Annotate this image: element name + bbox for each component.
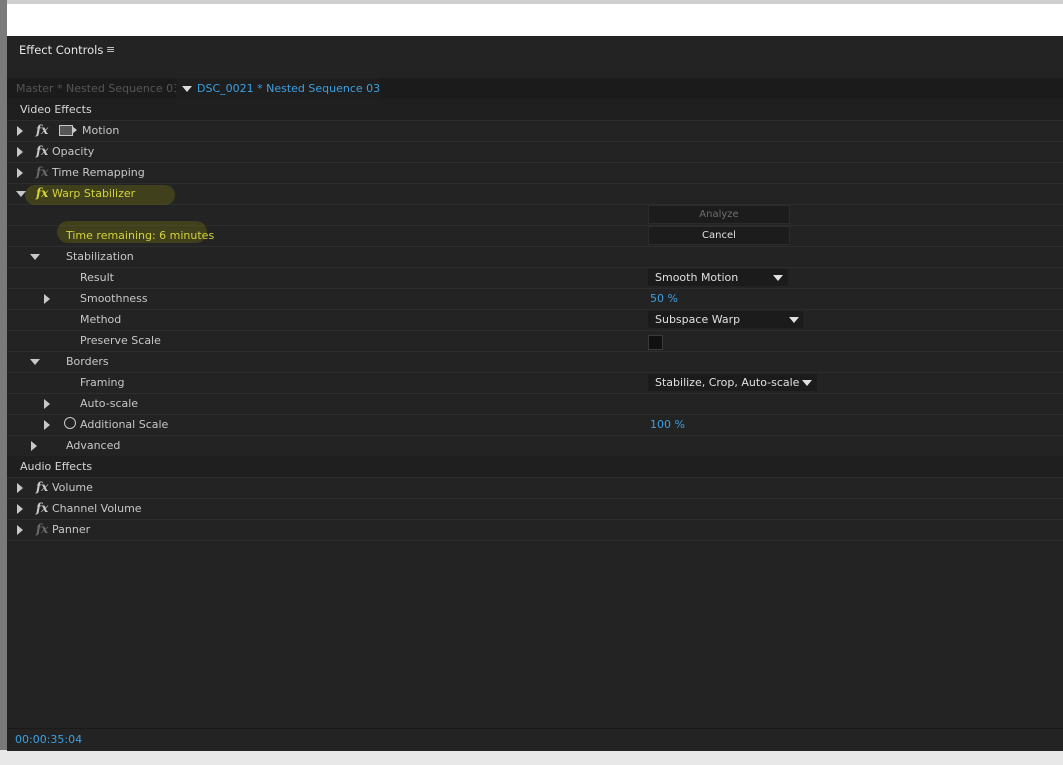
effect-label-volume: Volume xyxy=(52,481,93,494)
result-dropdown[interactable]: Smooth Motion xyxy=(648,269,788,286)
effect-row-volume[interactable]: fx Volume xyxy=(7,477,1063,499)
expand-triangle-icon[interactable] xyxy=(17,504,23,514)
param-row-smoothness: Smoothness 50 % xyxy=(7,288,1063,310)
transform-icon[interactable] xyxy=(59,125,73,136)
stopwatch-icon[interactable] xyxy=(64,417,76,429)
fx-toggle-icon[interactable]: fx xyxy=(36,522,48,536)
preserve-scale-checkbox[interactable] xyxy=(648,335,663,350)
window-top-bar xyxy=(7,4,1063,36)
method-dropdown-value: Subspace Warp xyxy=(655,313,741,326)
left-background-strip xyxy=(0,0,7,765)
effect-row-time-remapping[interactable]: fx Time Remapping xyxy=(7,162,1063,184)
framing-dropdown-value: Stabilize, Crop, Auto-scale xyxy=(655,376,800,389)
video-effects-label: Video Effects xyxy=(20,103,92,116)
warp-status-row: Time remaining: 6 minutes Cancel xyxy=(7,221,1063,247)
fx-toggle-icon[interactable]: fx xyxy=(36,123,48,137)
expand-triangle-icon[interactable] xyxy=(44,399,50,409)
current-timecode[interactable]: 00:00:35:04 xyxy=(15,733,82,746)
param-row-framing: Framing Stabilize, Crop, Auto-scale xyxy=(7,372,1063,394)
param-label-auto-scale: Auto-scale xyxy=(80,397,139,410)
video-effects-header: Video Effects xyxy=(7,99,1063,121)
fx-toggle-icon[interactable]: fx xyxy=(36,144,48,158)
bottom-background-strip xyxy=(0,750,1063,765)
effect-row-channel-volume[interactable]: fx Channel Volume xyxy=(7,498,1063,520)
group-row-stabilization[interactable]: Stabilization xyxy=(7,246,1063,268)
group-label-borders: Borders xyxy=(66,355,109,368)
panel-title[interactable]: Effect Controls xyxy=(19,43,103,57)
fx-toggle-icon[interactable]: fx xyxy=(36,501,48,515)
effect-row-panner[interactable]: fx Panner xyxy=(7,519,1063,541)
effect-label-channel-volume: Channel Volume xyxy=(52,502,142,515)
analyze-button[interactable]: Analyze xyxy=(648,205,790,224)
chevron-down-icon xyxy=(773,275,783,281)
param-label-preserve-scale: Preserve Scale xyxy=(80,334,161,347)
tab-active-label: DSC_0021 * Nested Sequence 03 xyxy=(197,82,381,95)
expand-triangle-icon[interactable] xyxy=(17,168,23,178)
expand-triangle-icon[interactable] xyxy=(17,525,23,535)
group-row-borders[interactable]: Borders xyxy=(7,351,1063,373)
param-label-method: Method xyxy=(80,313,122,326)
panel-menu-icon[interactable]: ≡ xyxy=(106,43,115,56)
play-arrow-icon xyxy=(72,126,77,134)
expand-triangle-icon[interactable] xyxy=(44,294,50,304)
group-label-stabilization: Stabilization xyxy=(66,250,134,263)
chevron-down-icon xyxy=(789,317,799,323)
effect-label-panner: Panner xyxy=(52,523,91,536)
method-dropdown[interactable]: Subspace Warp xyxy=(648,311,803,328)
param-label-framing: Framing xyxy=(80,376,125,389)
effect-row-opacity[interactable]: fx Opacity xyxy=(7,141,1063,163)
result-dropdown-value: Smooth Motion xyxy=(655,271,739,284)
tab-master-clip[interactable]: Master * Nested Sequence 03 xyxy=(16,82,180,95)
tab-active-clip[interactable]: DSC_0021 * Nested Sequence 03 xyxy=(176,78,380,99)
audio-effects-label: Audio Effects xyxy=(20,460,93,473)
additional-scale-value[interactable]: 100 % xyxy=(650,418,685,431)
smoothness-value[interactable]: 50 % xyxy=(650,292,678,305)
panel-footer: 00:00:35:04 xyxy=(7,728,1063,751)
effect-row-warp-stabilizer[interactable]: fx Warp Stabilizer xyxy=(7,183,1063,205)
group-row-advanced[interactable]: Advanced xyxy=(7,435,1063,457)
chevron-down-icon[interactable] xyxy=(182,86,192,92)
expand-triangle-icon[interactable] xyxy=(17,126,23,136)
panel-header: Effect Controls ≡ xyxy=(7,36,1063,79)
time-remaining-text: Time remaining: 6 minutes xyxy=(66,229,215,242)
param-row-method: Method Subspace Warp xyxy=(7,309,1063,331)
param-row-additional-scale: Additional Scale 100 % xyxy=(7,414,1063,436)
audio-effects-header: Audio Effects xyxy=(7,456,1063,478)
param-label-additional-scale: Additional Scale xyxy=(80,418,169,431)
sequence-tab-bar: Master * Nested Sequence 03 DSC_0021 * N… xyxy=(7,78,1063,99)
param-row-preserve-scale: Preserve Scale xyxy=(7,330,1063,352)
group-label-advanced: Advanced xyxy=(66,439,121,452)
cancel-button[interactable]: Cancel xyxy=(648,226,790,245)
expand-triangle-icon[interactable] xyxy=(31,441,37,451)
expand-triangle-icon[interactable] xyxy=(44,420,50,430)
fx-toggle-icon[interactable]: fx xyxy=(36,480,48,494)
effect-label-time-remapping: Time Remapping xyxy=(52,166,145,179)
collapse-triangle-icon[interactable] xyxy=(30,254,40,260)
param-row-auto-scale[interactable]: Auto-scale xyxy=(7,393,1063,415)
effect-label-motion: Motion xyxy=(82,124,120,137)
expand-triangle-icon[interactable] xyxy=(17,483,23,493)
framing-dropdown[interactable]: Stabilize, Crop, Auto-scale xyxy=(648,374,817,391)
effect-label-warp-stabilizer: Warp Stabilizer xyxy=(52,187,136,200)
collapse-triangle-icon[interactable] xyxy=(16,191,26,197)
effect-label-opacity: Opacity xyxy=(52,145,95,158)
expand-triangle-icon[interactable] xyxy=(17,147,23,157)
effect-row-motion[interactable]: fx Motion xyxy=(7,120,1063,142)
fx-toggle-icon[interactable]: fx xyxy=(36,186,48,200)
param-row-result: Result Smooth Motion xyxy=(7,267,1063,289)
param-label-smoothness: Smoothness xyxy=(80,292,148,305)
chevron-down-icon xyxy=(802,380,812,386)
param-label-result: Result xyxy=(80,271,114,284)
collapse-triangle-icon[interactable] xyxy=(30,359,40,365)
effect-controls-panel: Effect Controls ≡ Master * Nested Sequen… xyxy=(7,36,1063,751)
fx-toggle-icon[interactable]: fx xyxy=(36,165,48,179)
